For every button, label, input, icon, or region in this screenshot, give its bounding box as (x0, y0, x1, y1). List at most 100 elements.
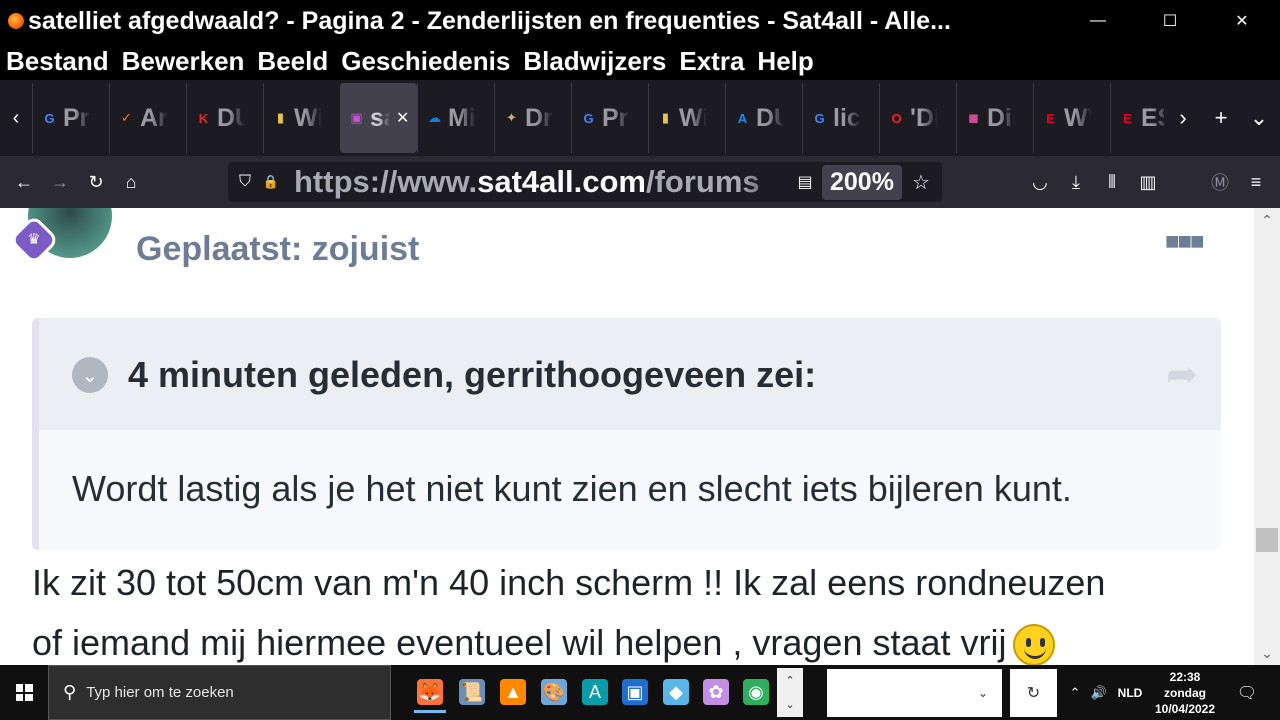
taskbar-app-vlc[interactable]: ▲ (493, 671, 533, 713)
start-button[interactable] (0, 665, 48, 720)
arduino-icon: A (582, 679, 608, 705)
tab-14[interactable]: E ES (1110, 83, 1164, 153)
google-icon: G (583, 110, 594, 126)
menu-bar: Bestand Bewerken Beeld Geschiedenis Bladwijz… (0, 42, 1280, 80)
taskbar-app-notepad[interactable]: 📜 (452, 671, 492, 713)
taskbar-refresh-button[interactable]: ↻ (1010, 669, 1057, 717)
tab-9[interactable]: A DU (725, 83, 802, 153)
scroll-down-arrow[interactable]: ⌄ (1254, 641, 1280, 665)
menu-item-beeld[interactable]: Beeld (257, 46, 328, 77)
tab-12[interactable]: ◼ Dis (956, 83, 1033, 153)
tab-13[interactable]: E WV (1033, 83, 1110, 153)
opera-icon: O (891, 110, 902, 126)
google-icon: G (814, 110, 825, 126)
onedrive-icon: ☁ (428, 110, 441, 125)
close-tab-icon[interactable]: ✕ (396, 108, 409, 128)
tab-8[interactable]: ▮ Wi (648, 83, 725, 153)
clock-day: zondag (1164, 686, 1206, 700)
tab-0[interactable]: G Pr (32, 83, 109, 153)
tracking-shield-icon[interactable]: ⛉ (232, 173, 258, 191)
url-bar[interactable]: ⛉ 🔒 https://www.sat4all.com/forums ▤ 200… (228, 162, 942, 202)
forward-button[interactable]: → (42, 164, 78, 200)
account-icon[interactable]: Ⓜ (1202, 164, 1238, 200)
taskbar-app-flower[interactable]: ✿ (696, 671, 736, 713)
pocket-icon[interactable]: ◡ (1022, 164, 1058, 200)
tray-chevron-icon[interactable]: ⌃ (1064, 685, 1086, 701)
tab-6[interactable]: ✦ Dr (494, 83, 571, 153)
list-all-tabs-button[interactable]: ⌄ (1240, 80, 1278, 156)
taskbar-app-arduino[interactable]: A (575, 671, 615, 713)
url-host: sat4all.com (477, 164, 646, 199)
sidebar-icon[interactable]: ▥ (1130, 164, 1166, 200)
tab-10[interactable]: Glic (802, 83, 879, 153)
tab-5[interactable]: ☁ Mi (417, 83, 494, 153)
taskbar-app-paint[interactable]: 🎨 (534, 671, 574, 713)
downloads-icon[interactable]: ⤓ (1058, 164, 1094, 200)
clock[interactable]: 22:38 zondag 10/04/2022 (1138, 669, 1232, 717)
scrollbar-thumb[interactable] (1256, 528, 1278, 552)
notepad-icon: 📜 (459, 679, 485, 705)
close-window-button[interactable]: ✕ (1206, 0, 1278, 42)
menu-item-bestand[interactable]: Bestand (6, 46, 109, 77)
tab-11[interactable]: O 'Di (879, 83, 956, 153)
share-arrow-icon[interactable]: ➦ (1166, 352, 1198, 397)
taskbar-dropdown[interactable]: ⌄ (827, 669, 1002, 717)
menu-item-extra[interactable]: Extra (679, 46, 744, 77)
bookmark-star-icon[interactable]: ☆ (908, 170, 934, 195)
reload-button[interactable]: ↻ (78, 164, 114, 200)
maximize-button[interactable]: ☐ (1134, 0, 1206, 42)
tab-7[interactable]: G Pr (571, 83, 648, 153)
library-icon[interactable]: ⫴ (1094, 164, 1130, 200)
url-path: /forums (645, 164, 760, 199)
quote-block: ⌄ 4 minuten geleden, gerrithoogeveen zei… (32, 318, 1221, 550)
espn-icon: E (1046, 110, 1055, 126)
chevron-down-icon[interactable]: ⌄ (978, 686, 988, 700)
notification-icon[interactable]: 🗨 (1234, 665, 1260, 720)
stepper-up-icon[interactable]: ⌃ (785, 674, 794, 687)
home-button[interactable]: ⌂ (113, 164, 149, 200)
more-options-icon[interactable]: ■■■ (1165, 228, 1204, 256)
url-text[interactable]: https://www.sat4all.com/forums (294, 164, 792, 200)
tab-strip: G Pr ✓ Ar K DU ▮ Wi ▣ sa ✕ ☁ Mi ✦ Dr G Pr ▮ Wi A DU Glic O 'Di ◼… (32, 83, 1164, 153)
taskbar-app-remote[interactable]: ▣ (615, 671, 655, 713)
chevron-down-icon[interactable]: ⌄ (72, 357, 108, 393)
stepper-down-icon[interactable]: ⌄ (785, 698, 794, 711)
volume-icon[interactable]: 🔊 (1086, 685, 1112, 701)
flower-icon: ✿ (703, 679, 729, 705)
menu-item-help[interactable]: Help (757, 46, 813, 77)
taskbar-app-firefox[interactable]: 🦊 (410, 671, 450, 713)
tab-3[interactable]: ▮ Wi (263, 83, 340, 153)
zoom-level[interactable]: 200% (822, 164, 902, 200)
app-menu-icon[interactable]: ≡ (1238, 164, 1274, 200)
scroll-up-arrow[interactable]: ⌃ (1254, 208, 1280, 232)
tab-label: Pr (63, 103, 90, 132)
back-button[interactable]: ← (6, 164, 42, 200)
satellite-icon: ✦ (506, 110, 517, 125)
tab-label: sa (370, 103, 390, 132)
scroll-tabs-left-button[interactable]: ‹ (0, 80, 32, 156)
minimize-button[interactable]: — (1062, 0, 1134, 42)
taskbar-app-sticky[interactable]: ◆ (656, 671, 696, 713)
tab-label: 'Di (910, 103, 938, 132)
search-icon: ⚲ (63, 682, 77, 702)
menu-item-bewerken[interactable]: Bewerken (122, 46, 245, 77)
tab-4[interactable]: ▣ sa ✕ (340, 83, 417, 153)
menu-item-geschiedenis[interactable]: Geschiedenis (341, 46, 510, 77)
menu-item-bladwijzers[interactable]: Bladwijzers (523, 46, 666, 77)
taskbar-stepper[interactable]: ⌃ ⌄ (777, 668, 803, 717)
folder-icon: ▮ (276, 110, 285, 125)
tab-label: ES (1141, 103, 1164, 132)
windows-icon (15, 684, 33, 701)
lock-icon[interactable]: 🔒 (258, 174, 284, 190)
new-tab-button[interactable]: + (1202, 80, 1240, 156)
tab-1[interactable]: ✓ Ar (109, 83, 186, 153)
vlc-icon: ▲ (500, 679, 526, 705)
post-text-line-1: Ik zit 30 tot 50cm van m'n 40 inch scher… (32, 562, 1106, 603)
sticky-icon: ◆ (663, 679, 689, 705)
reader-view-icon[interactable]: ▤ (792, 172, 818, 192)
page-scrollbar[interactable]: ⌃ ⌄ (1254, 208, 1280, 665)
taskbar-app-edge[interactable]: ◉ (736, 671, 776, 713)
taskbar-search[interactable]: ⚲ Typ hier om te zoeken (48, 665, 391, 720)
tab-2[interactable]: K DU (186, 83, 263, 153)
scroll-tabs-right-button[interactable]: › (1164, 80, 1202, 156)
